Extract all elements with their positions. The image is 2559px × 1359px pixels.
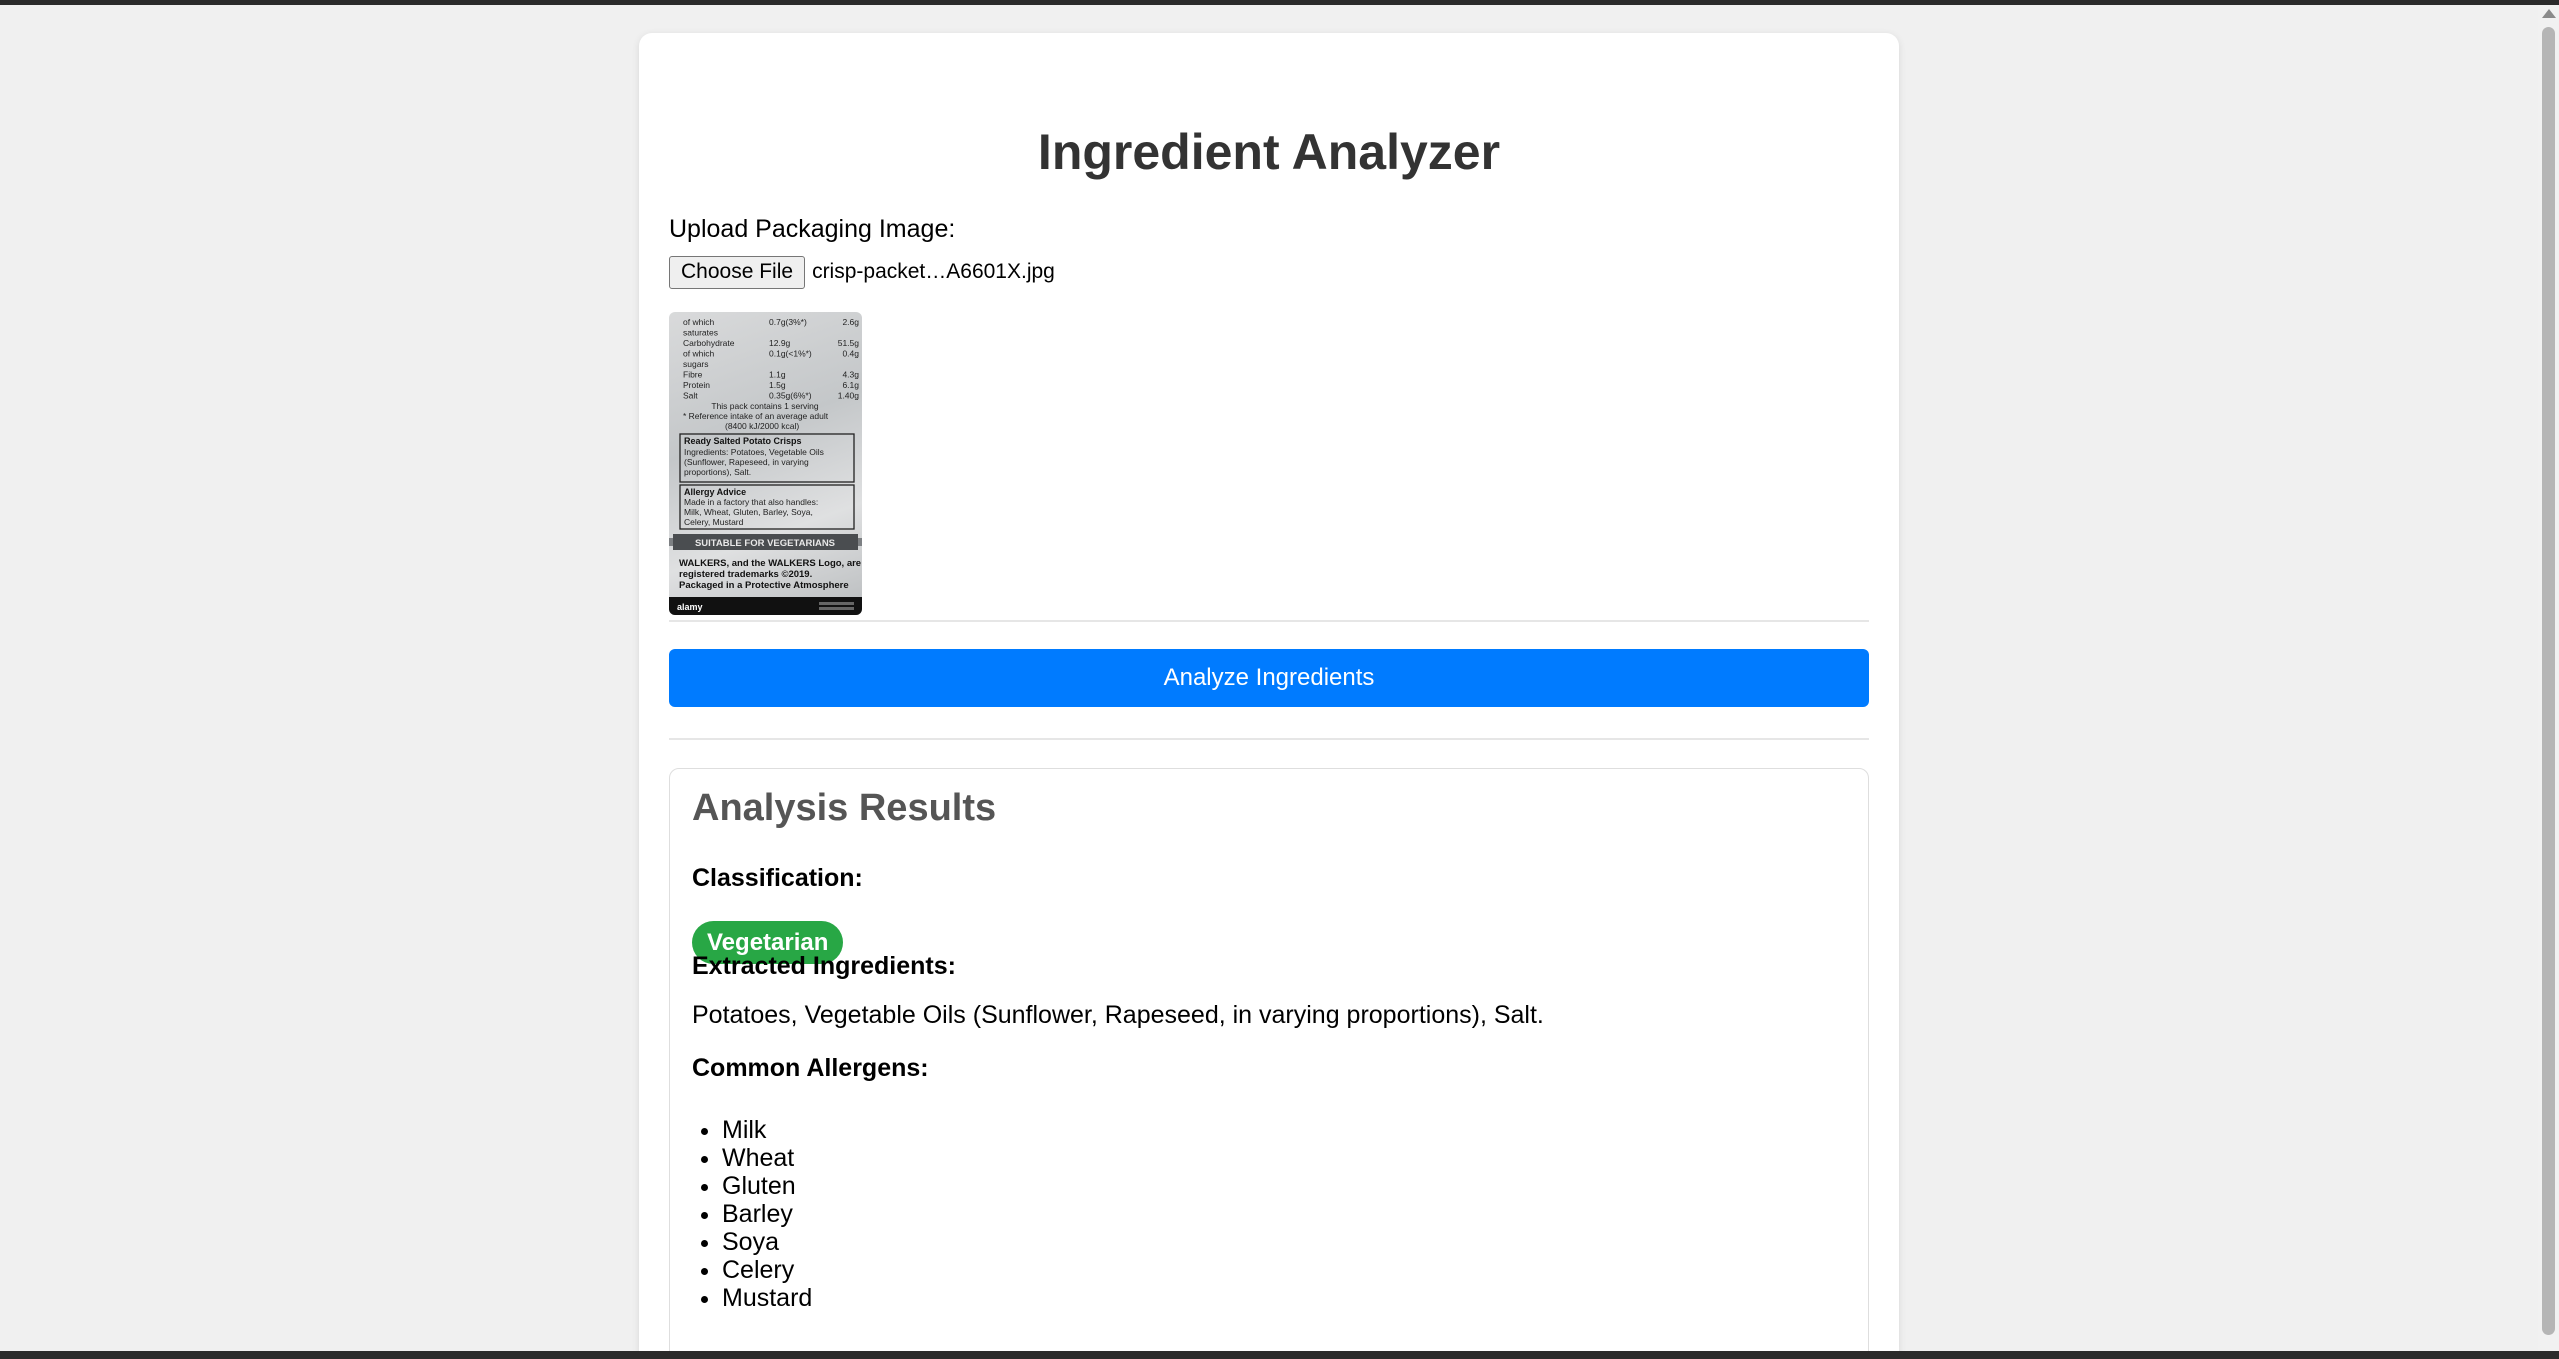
nutrition-per-100g: 51.5g [838, 338, 860, 348]
nutrition-label: of which [683, 349, 714, 359]
analyze-ingredients-button[interactable]: Analyze Ingredients [669, 649, 1869, 707]
file-input[interactable]: Choose File crisp-packet…A6601X.jpg [669, 255, 1055, 289]
allergen-item: Gluten [722, 1172, 812, 1200]
nutrition-label: saturates [683, 328, 718, 338]
common-allergens-label: Common Allergens: [692, 1054, 929, 1082]
results-title: Analysis Results [692, 787, 997, 829]
allergen-item: Barley [722, 1200, 812, 1228]
nutrition-per-pack: 1.1g [769, 370, 786, 380]
nutrition-per-pack: 0.7g(3%*) [769, 317, 807, 327]
allergen-item: Wheat [722, 1144, 812, 1172]
allergen-item: Soya [722, 1228, 812, 1256]
nutrition-label: sugars [683, 359, 709, 369]
allergy-heading: Allergy Advice [684, 487, 746, 497]
allergen-item: Celery [722, 1256, 812, 1284]
nutrition-per-100g: 0.4g [842, 349, 859, 359]
allergen-item: Mustard [722, 1284, 812, 1312]
nutrition-per-pack: 12.9g [769, 338, 791, 348]
allergen-list: Milk Wheat Gluten Barley Soya Celery Mus… [692, 1116, 812, 1312]
reference-note: * Reference intake of an average adult [683, 411, 829, 421]
trademark-line: Packaged in a Protective Atmosphere [679, 580, 849, 591]
trademark-line: registered trademarks ©2019. [679, 569, 812, 580]
packaging-image-preview: of which 0.7g(3%*) 2.6g saturates Carbohydra… [669, 312, 862, 615]
browser-viewport: Ingredient Analyzer Upload Packaging Ima… [0, 5, 2538, 1351]
ingredients-line: Ingredients: Potatoes, Vegetable Oils [684, 447, 824, 457]
trademark-line: WALKERS, and the WALKERS Logo, are [679, 558, 861, 569]
nutrition-table: of which 0.7g(3%*) 2.6g saturatesCarbohydra… [683, 317, 859, 401]
vertical-scrollbar[interactable] [2538, 5, 2559, 1351]
allergy-line: Made in a factory that also handles: [684, 497, 818, 507]
product-heading: Ready Salted Potato Crisps [684, 436, 802, 446]
divider-bottom [669, 738, 1869, 740]
allergy-line: Celery, Mustard [684, 517, 744, 527]
page-title: Ingredient Analyzer [1037, 124, 1501, 180]
allergy-lines: Made in a factory that also handles:Milk… [684, 497, 818, 527]
ingredients-lines: Ingredients: Potatoes, Vegetable Oils(Su… [684, 447, 824, 477]
nutrition-per-pack: 0.35g(6%*) [769, 391, 812, 401]
energy-note: (8400 kJ/2000 kcal) [725, 421, 799, 431]
serving-note: This pack contains 1 serving [711, 401, 819, 411]
extracted-ingredients-text: Potatoes, Vegetable Oils (Sunflower, Rap… [692, 1001, 1544, 1029]
selected-file-name: crisp-packet…A6601X.jpg [812, 260, 1055, 283]
nutrition-per-100g: 6.1g [842, 380, 859, 390]
scroll-up-arrow-icon[interactable] [2542, 9, 2556, 18]
nutrition-per-100g: 1.40g [838, 391, 860, 401]
divider-top [669, 620, 1869, 622]
extracted-ingredients-label: Extracted Ingredients: [692, 952, 956, 980]
nutrition-per-100g: 4.3g [842, 370, 859, 380]
upload-label: Upload Packaging Image: [669, 215, 956, 243]
nutrition-label: Carbohydrate [683, 338, 735, 348]
nutrition-label: Fibre [683, 370, 703, 380]
nutrition-label: of which [683, 317, 714, 327]
nutrition-label: Salt [683, 391, 698, 401]
allergen-item: Milk [722, 1116, 812, 1144]
classification-label: Classification: [692, 864, 863, 892]
ingredients-line: (Sunflower, Rapeseed, in varying [684, 457, 809, 467]
analysis-results-panel: Analysis Results Classification: Vegetar… [669, 768, 1869, 1351]
trademark-lines: WALKERS, and the WALKERS Logo, areregist… [679, 558, 861, 591]
nutrition-per-pack: 1.5g [769, 380, 786, 390]
scrollbar-thumb[interactable] [2542, 27, 2555, 1335]
ingredients-line: proportions), Salt. [684, 467, 751, 477]
choose-file-button[interactable]: Choose File [669, 255, 806, 289]
analyzer-card: Ingredient Analyzer Upload Packaging Ima… [639, 33, 1899, 1351]
nutrition-label: Protein [683, 380, 710, 390]
vegetarian-banner: SUITABLE FOR VEGETARIANS [695, 538, 835, 549]
nutrition-per-pack: 0.1g(<1%*) [769, 349, 812, 359]
nutrition-per-100g: 2.6g [842, 317, 859, 327]
alamy-watermark: alamy [677, 602, 703, 612]
allergy-line: Milk, Wheat, Gluten, Barley, Soya, [684, 507, 813, 517]
